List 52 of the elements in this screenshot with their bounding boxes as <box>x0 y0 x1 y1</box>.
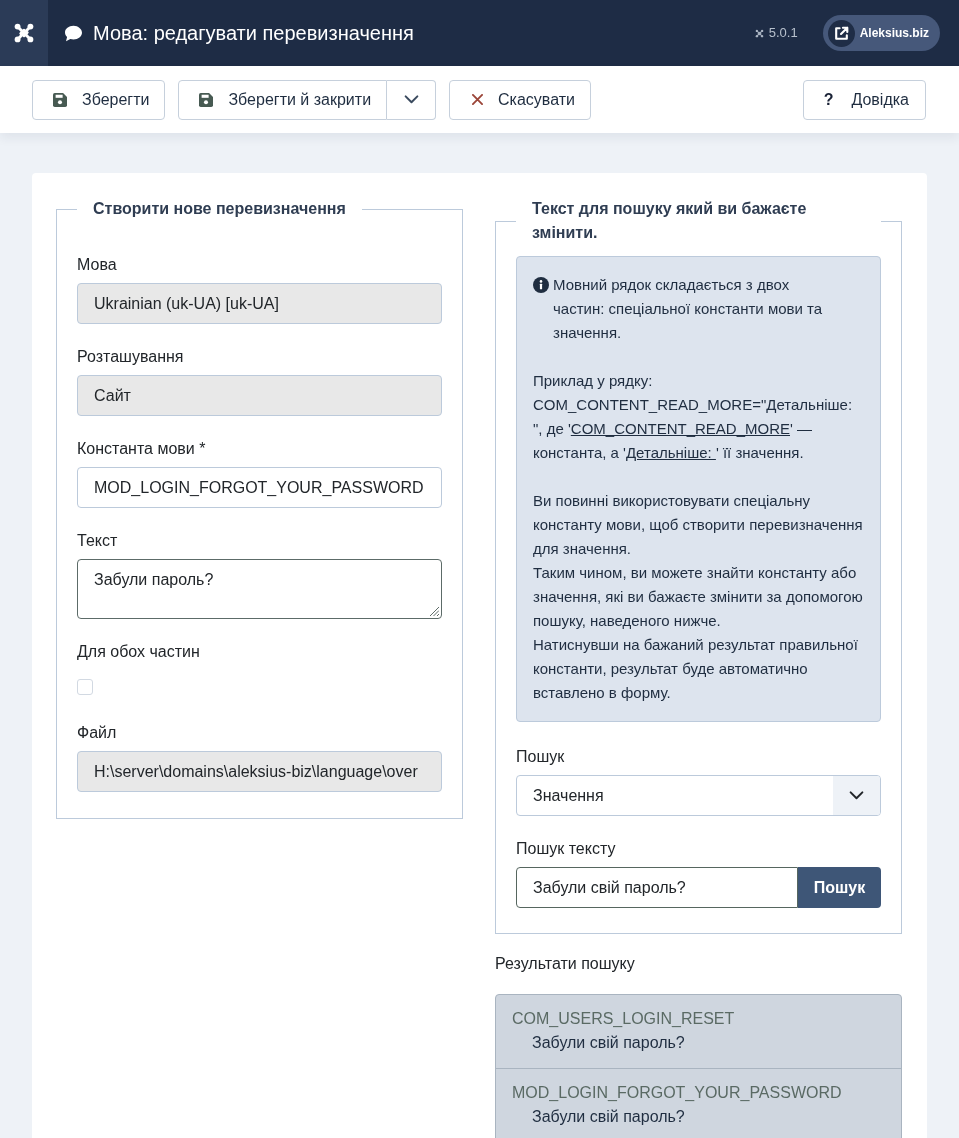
info-text: Натиснувши на бажаний результат правильної константи, результат буде автоматично вставлено в форму. <box>533 635 859 703</box>
input-field[interactable]: Сайт <box>77 375 442 416</box>
field-label: Розташування <box>77 347 185 367</box>
page-title: Мова: редагувати перевизначення <box>93 21 414 46</box>
info-text: Приклад у рядку: COM_CONTENT_READ_MORE="Детальніше: ", де 'COM_CONTENT_READ_MORE' — константа, а 'Детальніше: ' її значення. <box>533 371 854 463</box>
section-legend: Створити нове перевизначення <box>77 197 362 221</box>
field-label: Текст <box>77 531 119 551</box>
save-button[interactable]: Зберегти й закрити <box>178 79 388 120</box>
save-icon <box>53 92 67 107</box>
select-field[interactable]: Значення <box>516 775 881 816</box>
checkbox[interactable] <box>77 679 93 695</box>
field-label: Для обох частин <box>77 642 201 662</box>
field-label: Константа мови * <box>77 439 207 459</box>
field-label: Файл <box>77 723 118 743</box>
info-text: Мовний рядок складається з двох частин: спеціальної константи мови та значення. <box>553 275 824 343</box>
input-field[interactable]: Ukrainian (uk-UA) [uk-UA] <box>77 283 442 324</box>
result-item[interactable]: COM_USERS_LOGIN_RESET Забули свій пароль? <box>496 995 901 1069</box>
external-link-icon <box>827 19 855 47</box>
info-text: Ви повинні використовувати спеціальну константу мови, щоб створити перевизначення для значення. <box>533 491 864 559</box>
chevron-down-icon <box>849 791 864 800</box>
resize-handle-icon[interactable] <box>429 606 439 616</box>
result-value: Забули свій пароль? <box>531 1033 686 1053</box>
text-area[interactable]: Забули пароль? <box>77 559 442 619</box>
save-button[interactable]: Зберегти <box>32 79 166 120</box>
home-link[interactable] <box>0 0 48 66</box>
field-label: Пошук <box>516 747 566 767</box>
search-button[interactable]: Пошук <box>798 867 881 908</box>
info-icon <box>533 277 549 293</box>
version-text: 5.0.1 <box>768 24 798 43</box>
result-item[interactable]: MOD_LOGIN_FORGOT_YOUR_PASSWORD Забули свій пароль? <box>496 1069 901 1138</box>
help-icon: ? <box>823 87 834 112</box>
chevron-down-icon <box>403 95 419 104</box>
info-text: Таким чином, ви можете знайти константу або значення, які ви бажаєте змінити за допомогою пошуку, наведеного нижче. <box>533 563 864 631</box>
logo-icon <box>13 22 35 44</box>
result-constant: COM_USERS_LOGIN_RESET <box>512 1009 736 1029</box>
help-button[interactable]: ? Довідка <box>802 79 926 120</box>
logo-icon <box>754 28 764 38</box>
result-value: Забули свій пароль? <box>531 1107 686 1127</box>
save-icon <box>199 92 214 107</box>
comment-icon <box>64 24 83 42</box>
results-heading: Результати пошуку <box>495 954 636 974</box>
dropdown-toggle[interactable] <box>387 79 437 120</box>
input-field[interactable]: MOD_LOGIN_FORGOT_YOUR_PASSWORD <box>77 467 442 508</box>
cancel-button[interactable]: Скасувати <box>449 79 591 120</box>
result-constant: MOD_LOGIN_FORGOT_YOUR_PASSWORD <box>512 1083 843 1103</box>
field-label: Пошук тексту <box>516 839 617 859</box>
section-legend: Текст для пошуку який ви бажаєте змінити. <box>516 197 881 245</box>
input-field[interactable]: H:\server\domains\aleksius-biz\language\over <box>77 751 442 792</box>
close-icon <box>472 94 484 105</box>
site-link-button[interactable]: Aleksius.biz <box>822 15 940 51</box>
search-field[interactable]: Забули свій пароль? <box>516 867 798 908</box>
field-label: Мова <box>77 255 118 275</box>
